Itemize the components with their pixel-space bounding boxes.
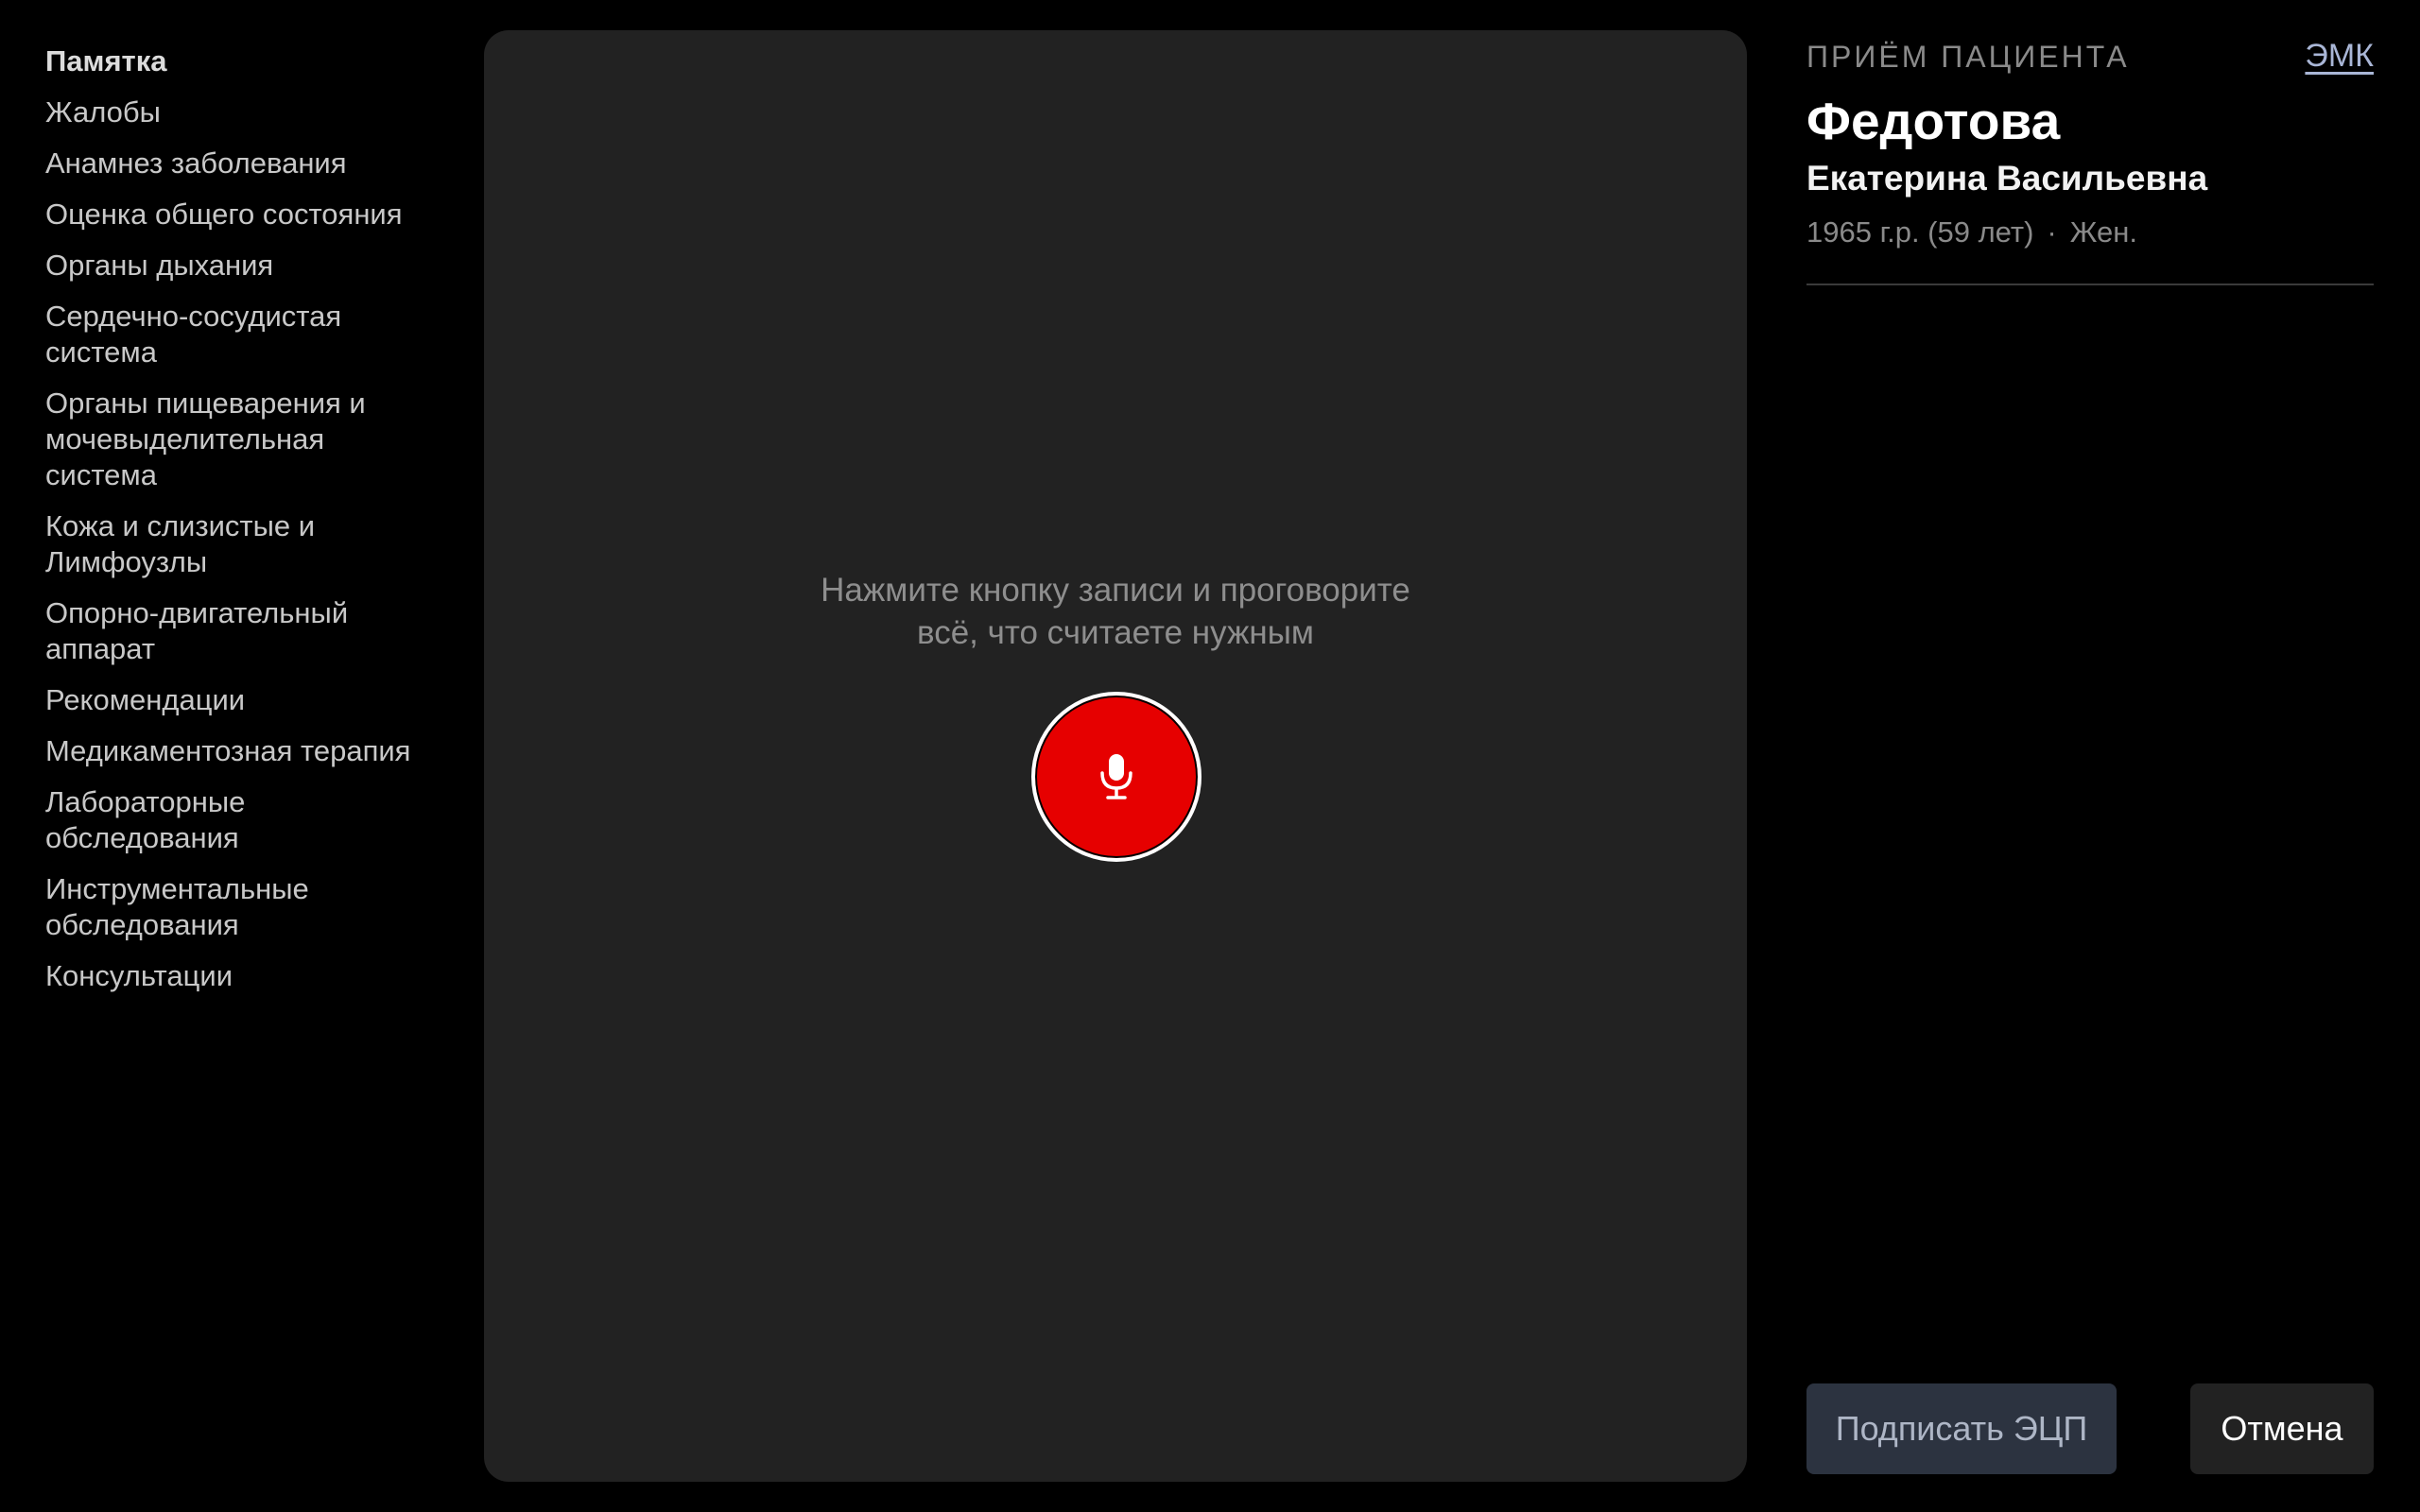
sidebar-item-musculoskeletal[interactable]: Опорно-двигательный аппарат	[45, 595, 386, 667]
app-root: Памятка Жалобы Анамнез заболевания Оценк…	[0, 0, 2420, 1512]
sidebar-item-lab-tests[interactable]: Лабораторные обследования	[45, 784, 329, 856]
recording-prompt-line-1: Нажмите кнопку записи и проговорите	[821, 572, 1410, 609]
sidebar-item-cardiovascular[interactable]: Сердечно-сосудистая система	[45, 299, 367, 370]
sidebar-item-complaints[interactable]: Жалобы	[45, 94, 442, 130]
sidebar-item-instrumental-tests[interactable]: Инструментальные обследования	[45, 871, 348, 943]
patient-surname: Федотова	[1806, 92, 2061, 150]
sidebar-item-consultations[interactable]: Консультации	[45, 958, 442, 994]
sidebar-item-respiratory[interactable]: Органы дыхания	[45, 248, 442, 284]
patient-panel: ПРИЁМ ПАЦИЕНТА ЭМК Федотова Екатерина Ва…	[1806, 30, 2374, 1482]
recording-panel: Нажмите кнопку записи и проговорите всё,…	[484, 30, 1747, 1482]
sidebar-item-anamnesis[interactable]: Анамнез заболевания	[45, 146, 442, 181]
sidebar-item-drug-therapy[interactable]: Медикаментозная терапия	[45, 733, 442, 769]
recording-prompt: Нажмите кнопку записи и проговорите всё,…	[484, 569, 1747, 654]
cancel-button[interactable]: Отмена	[2190, 1383, 2374, 1474]
emk-link[interactable]: ЭМК	[2305, 38, 2374, 75]
recording-prompt-line-2: всё, что считаете нужным	[917, 614, 1314, 651]
patient-birth-info: 1965 г.р. (59 лет)	[1806, 215, 2034, 249]
section-title: ПРИЁМ ПАЦИЕНТА	[1806, 40, 2130, 74]
sidebar-item-skin-lymph[interactable]: Кожа и слизистые и Лимфоузлы	[45, 508, 357, 580]
sidebar-item-recommendations[interactable]: Рекомендации	[45, 682, 442, 718]
patient-meta: 1965 г.р. (59 лет) · Жен.	[1806, 215, 2137, 249]
microphone-icon	[1100, 754, 1132, 799]
divider	[1806, 284, 2374, 285]
sidebar-item-pamyatka[interactable]: Памятка	[45, 43, 442, 79]
patient-sex: Жен.	[2069, 215, 2137, 249]
patient-given-name: Екатерина Васильевна	[1806, 159, 2208, 198]
meta-separator: ·	[2047, 215, 2057, 249]
sidebar-item-digestive[interactable]: Органы пищеварения и мочевыделительная с…	[45, 386, 405, 493]
sidebar-item-general-state[interactable]: Оценка общего состояния	[45, 197, 442, 232]
record-button[interactable]	[1031, 692, 1201, 862]
sidebar-nav: Памятка Жалобы Анамнез заболевания Оценк…	[45, 43, 442, 1009]
sign-eds-button[interactable]: Подписать ЭЦП	[1806, 1383, 2117, 1474]
